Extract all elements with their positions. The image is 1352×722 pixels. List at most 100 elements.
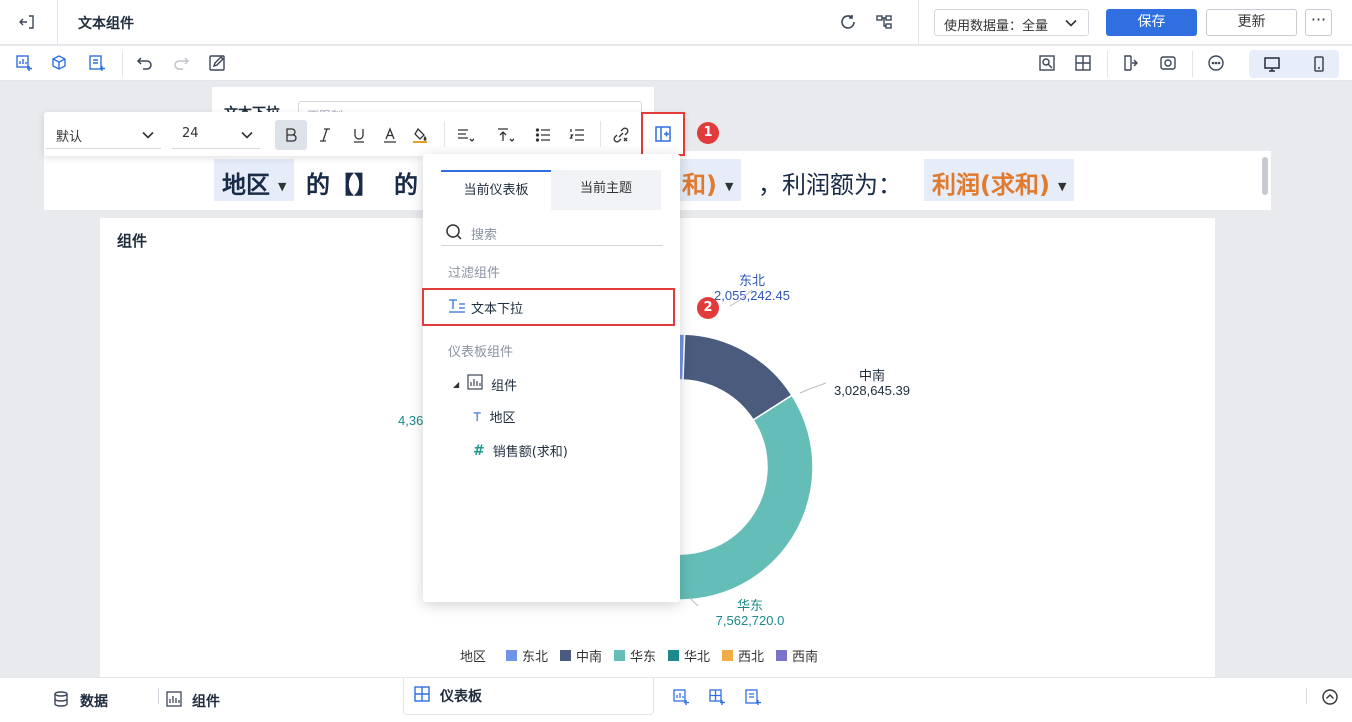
filter-item-text-dropdown[interactable]: 文本下拉 [422,288,675,326]
chevron-down-icon [240,128,254,146]
more-button[interactable]: ··· [1305,9,1332,36]
step-badge: 2 [697,297,719,319]
font-color-icon[interactable] [377,122,403,148]
hierarchy-icon[interactable] [872,10,896,34]
mobile-icon[interactable] [1307,52,1331,76]
database-icon [52,690,70,712]
update-button[interactable]: 更新 [1206,9,1297,36]
legend-swatch[interactable] [560,650,571,661]
step-badge: 1 [697,122,719,144]
page-title: 文本组件 [78,16,134,32]
legend-swatch[interactable] [668,650,679,661]
layout-icon[interactable] [1071,51,1095,75]
static-text: 的【】 [306,171,378,199]
dimension-icon: ⊤ [473,408,482,425]
font-size-select[interactable]: 24 [172,121,260,149]
more-options-icon[interactable] [1204,51,1228,75]
search-input[interactable]: 搜索 [441,220,663,246]
legend-label[interactable]: 西北 [738,649,764,664]
view-icon[interactable] [1156,51,1180,75]
slice-label-value: 7,562,720.0 [716,613,785,628]
divider [444,121,445,147]
caret-down-icon: ▼ [278,179,287,193]
add-text-icon[interactable] [85,51,109,75]
tab-dashboard[interactable]: 仪表板 [403,678,654,715]
legend-swatch[interactable] [722,650,733,661]
undo-icon[interactable] [133,51,157,75]
leader-line [799,382,827,394]
add-chart-icon[interactable] [12,51,36,75]
search-placeholder: 搜索 [471,228,498,243]
filter-item-label: 文本下拉 [471,302,524,317]
profit-field-label: 利润(求和) [932,171,1050,199]
sales-field-label: 和) [682,171,717,199]
bullet-list-icon[interactable] [530,122,556,148]
save-button[interactable]: 保存 [1106,9,1197,36]
add-chart-icon[interactable] [669,685,693,709]
data-volume-select[interactable]: 使用数据量：全量 [934,9,1089,36]
desktop-icon[interactable] [1260,52,1284,76]
tree-node-label: 组件 [491,378,518,394]
legend-label[interactable]: 西南 [792,649,818,664]
region-field-label: 地区 [222,171,270,199]
slice-label-name: 东北 [739,273,765,288]
data-volume-label: 使用数据量：全量 [944,19,1049,34]
add-layout-icon[interactable] [705,685,729,709]
bold-icon[interactable] [275,120,307,150]
chevron-down-icon [1064,16,1078,34]
divider [918,0,919,45]
field-picker-panel: 当前仪表板 当前主题 搜索 过滤组件 文本下拉 2 仪表板组件 ◢ 组件 ⊤ 地… [422,154,719,602]
fill-color-icon[interactable] [407,122,433,148]
align-icon[interactable] [452,122,478,148]
top-bar: 文本组件 使用数据量：全量 保存 更新 ··· [0,0,1352,45]
tab-current-theme[interactable]: 当前主题 [551,170,661,210]
text-dropdown-icon [448,298,466,318]
tab-data[interactable]: 数据 [52,678,108,722]
font-family-value: 默认 [56,130,83,145]
refresh-icon[interactable] [836,10,860,34]
font-family-select[interactable]: 默认 [46,121,161,149]
tree-node-sales[interactable]: # 销售额(求和) [473,441,568,461]
legend-label[interactable]: 东北 [522,649,548,664]
edit-icon[interactable] [205,51,229,75]
dashboard-icon [414,686,430,706]
tab-component[interactable]: 组件 [166,678,220,722]
italic-icon[interactable] [312,122,338,148]
measure-icon: # [473,442,485,459]
sales-field-tag[interactable]: 和) ▼ [680,159,742,201]
legend-label[interactable]: 华东 [630,649,656,664]
tab-current-dashboard[interactable]: 当前仪表板 [441,170,551,210]
exit-icon[interactable] [16,11,38,33]
scrollbar[interactable] [1341,90,1349,670]
region-field-tag[interactable]: 地区 ▼ [214,159,295,201]
numbered-list-icon[interactable] [564,122,590,148]
legend-swatch[interactable] [506,650,517,661]
slice-label-name: 中南 [859,368,885,383]
text-scrollbar[interactable] [1262,157,1268,195]
underline-icon[interactable] [346,122,372,148]
divider [122,51,123,77]
device-switch [1249,50,1339,78]
redo-icon[interactable] [169,51,193,75]
link-icon[interactable] [608,122,634,148]
legend-swatch[interactable] [776,650,787,661]
vertical-align-icon[interactable] [492,122,518,148]
search-icon [445,223,463,245]
legend-swatch[interactable] [614,650,625,661]
add-component-icon[interactable] [48,51,72,75]
divider [1306,688,1307,704]
tree-node-region[interactable]: ⊤ 地区 [473,407,515,427]
profit-field-tag[interactable]: 利润(求和) ▼ [924,159,1075,201]
legend-label[interactable]: 华北 [684,649,710,664]
collapse-up-icon[interactable] [1318,685,1342,709]
slice-label-value: 4,36 [398,413,423,428]
preview-icon[interactable] [1035,51,1059,75]
tree-node-component[interactable]: ◢ 组件 [453,374,517,394]
add-text-icon[interactable] [741,685,765,709]
legend-label[interactable]: 中南 [576,649,602,664]
divider [1192,51,1193,77]
insert-field-button[interactable] [641,112,685,156]
export-icon[interactable] [1120,51,1144,75]
collapse-triangle-icon[interactable]: ◢ [453,380,459,389]
divider [158,688,159,704]
